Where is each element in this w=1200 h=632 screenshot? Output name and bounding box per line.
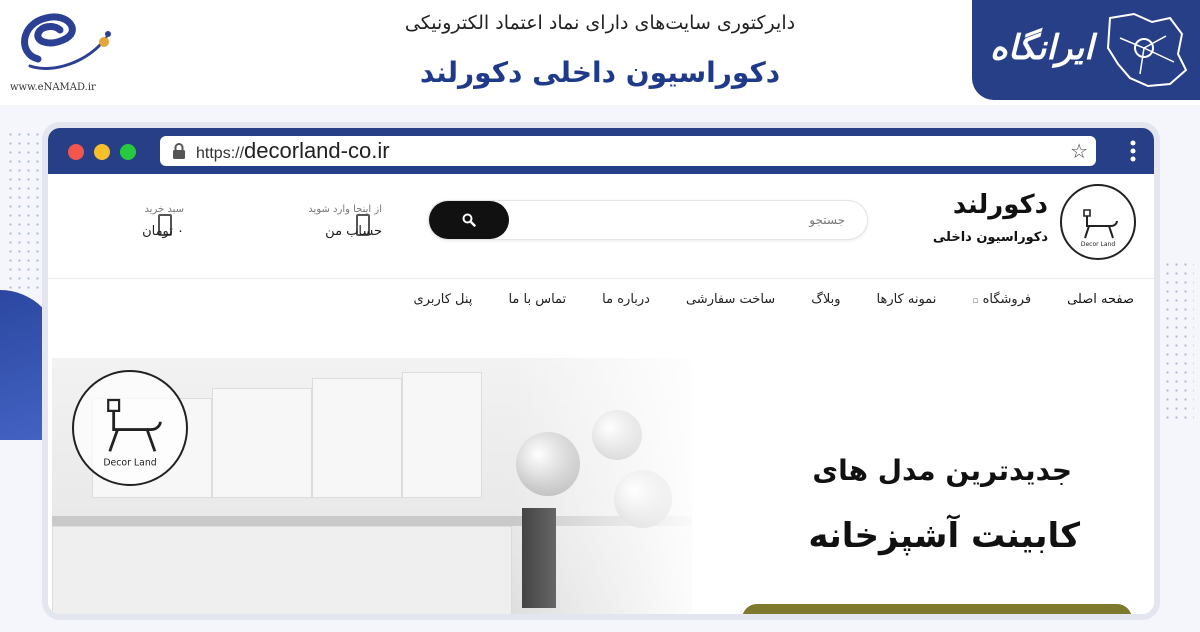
main-nav: صفحه اصلی فروشگاه ▫ نمونه کارها وبلاگ سا… xyxy=(378,292,1134,307)
lock-icon xyxy=(173,143,185,159)
url-text: https://decorland-co.ir xyxy=(196,138,390,167)
site-logo[interactable]: Decor Land xyxy=(1060,184,1136,260)
address-bar[interactable]: https://decorland-co.ir ☆ xyxy=(160,136,1096,166)
nav-item-custom-build[interactable]: ساخت سفارشی xyxy=(686,292,775,307)
header-divider xyxy=(48,278,1154,279)
irangah-logo[interactable]: ایرانگاه xyxy=(972,0,1200,100)
directory-title: دایرکتوری سایت‌های دارای نماد اعتماد الک… xyxy=(404,12,796,34)
decor-land-chair-icon: Decor Land xyxy=(1081,209,1118,248)
url-protocol: https:// xyxy=(196,145,245,162)
bookmark-star-icon[interactable]: ☆ xyxy=(1070,140,1088,162)
hero-cta-button[interactable] xyxy=(742,604,1132,614)
hero-banner[interactable]: Decor Land جدیدترین مدل های کابینت آشپزخ… xyxy=(52,358,1154,614)
brand-name[interactable]: دکورلند xyxy=(953,190,1048,220)
nav-item-blog[interactable]: وبلاگ xyxy=(811,292,840,307)
image-fade xyxy=(512,358,732,614)
search-icon xyxy=(462,213,476,227)
close-window-button[interactable] xyxy=(68,144,84,160)
nav-item-user-panel[interactable]: پنل کاربری xyxy=(414,292,473,307)
hero-logo-text: Decor Land xyxy=(103,457,156,468)
chevron-down-icon: ▫ xyxy=(972,296,979,306)
minimize-window-button[interactable] xyxy=(94,144,110,160)
hero-headline-1: جدیدترین مدل های xyxy=(812,454,1072,487)
search-button[interactable] xyxy=(429,201,509,239)
search-box xyxy=(428,200,868,240)
nav-item-about[interactable]: درباره ما xyxy=(602,292,650,307)
logo-text: Decor Land xyxy=(1081,241,1115,248)
irangah-label: ایرانگاه xyxy=(990,28,1094,68)
website-page: Decor Land دکورلند دکوراسیون داخلی از ای… xyxy=(48,174,1154,614)
nav-item-shop-label: فروشگاه xyxy=(982,292,1032,307)
cart-label[interactable]: سبد خرید xyxy=(144,204,184,215)
nav-item-shop[interactable]: فروشگاه ▫ xyxy=(972,292,1031,307)
enamad-logo[interactable]: www.eNAMAD.ir xyxy=(8,4,118,99)
nav-item-home[interactable]: صفحه اصلی xyxy=(1067,292,1134,307)
decor-land-chair-icon: Decor Land xyxy=(103,398,162,468)
browser-menu-icon[interactable] xyxy=(1130,140,1136,162)
enamad-icon xyxy=(21,13,111,70)
decorative-dots-right xyxy=(1154,260,1194,420)
maximize-window-button[interactable] xyxy=(120,144,136,160)
brand-subtitle: دکوراسیون داخلی xyxy=(932,230,1048,245)
decorative-dots-left xyxy=(6,130,46,290)
account-login-hint[interactable]: از اینجا وارد شوید xyxy=(308,204,382,215)
kitchen-lower-cabinet xyxy=(52,526,512,614)
kitchen-cabinet xyxy=(402,372,482,498)
search-input[interactable] xyxy=(507,201,867,239)
kitchen-cabinet xyxy=(312,378,402,498)
url-domain: decorland-co.ir xyxy=(244,138,390,163)
directory-banner: www.eNAMAD.ir دایرکتوری سایت‌های دارای ن… xyxy=(0,0,1200,105)
cart-total[interactable]: ۰ تومان xyxy=(142,224,184,239)
kitchen-cabinet xyxy=(212,388,312,498)
enamad-url[interactable]: www.eNAMAD.ir xyxy=(10,82,96,93)
hero-logo: Decor Land xyxy=(72,370,188,486)
browser-window: https://decorland-co.ir ☆ Decor Land دکو… xyxy=(42,122,1160,620)
nav-item-contact[interactable]: تماس با ما xyxy=(508,292,566,307)
site-title: دکوراسیون داخلی دکورلند xyxy=(419,56,781,89)
nav-item-portfolio[interactable]: نمونه کارها xyxy=(877,292,937,307)
hero-headline-2: کابینت آشپزخانه xyxy=(808,516,1080,556)
browser-toolbar: https://decorland-co.ir ☆ xyxy=(48,128,1154,174)
iran-map-icon xyxy=(1106,12,1188,88)
account-link[interactable]: حساب من xyxy=(325,224,382,239)
